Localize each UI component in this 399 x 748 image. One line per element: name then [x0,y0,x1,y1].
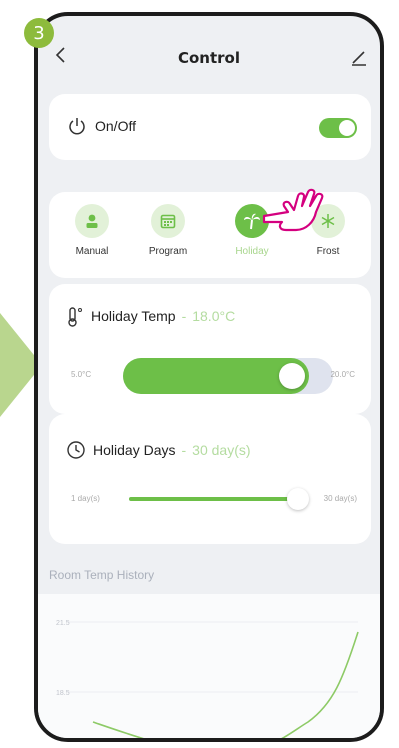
thermometer-icon [68,307,82,327]
slider-fill [129,497,298,501]
mode-label: Holiday [235,246,269,257]
history-chart: 21.5 18.5 [38,594,380,738]
history-chart-svg: 21.5 18.5 [56,620,359,738]
holiday-temp-label: Holiday Temp -18.0°C [91,308,235,324]
power-label: On/Off [95,118,136,134]
holiday-days-label: Holiday Days -30 day(s) [93,442,251,458]
history-y-label: 18.5 [56,690,70,697]
temp-max-label: 20.0°C [330,370,355,379]
history-y-label: 21.5 [56,620,70,627]
power-card: On/Off [49,94,371,160]
holiday-temp-slider[interactable] [123,358,333,394]
power-toggle[interactable] [319,118,357,138]
days-max-label: 30 day(s) [323,494,357,503]
holiday-days-slider[interactable] [129,488,309,510]
days-min-label: 1 day(s) [71,494,100,503]
phone-frame: Control On/Off Manual Program Holiday Fr… [34,12,384,742]
mode-label: Program [148,246,188,257]
holiday-temp-separator: - [181,308,187,324]
person-icon [75,204,109,238]
toggle-knob [339,120,355,136]
holiday-days-separator: - [181,442,187,458]
pointing-hand-icon [262,188,324,232]
holiday-temp-card: Holiday Temp -18.0°C 5.0°C 20.0°C [49,284,371,414]
mode-program[interactable]: Program [131,204,205,257]
mode-label: Frost [316,246,340,257]
holiday-temp-value: 18.0°C [192,308,236,324]
step-badge: 3 [24,18,54,48]
power-icon [69,118,85,135]
edit-icon[interactable] [348,46,370,68]
calendar-icon [151,204,185,238]
clock-icon [67,441,85,459]
temp-min-label: 5.0°C [71,370,92,379]
holiday-days-title: Holiday Days [93,442,176,458]
mode-label: Manual [75,246,109,257]
page-title: Control [177,49,240,67]
mode-manual[interactable]: Manual [55,204,129,257]
history-line [92,631,359,738]
holiday-days-card: Holiday Days -30 day(s) 1 day(s) 30 day(s… [49,414,371,544]
holiday-days-value: 30 day(s) [192,442,251,458]
history-title: Room Temp History [49,568,155,582]
slider-thumb[interactable] [287,488,309,510]
slider-thumb[interactable] [279,363,305,389]
holiday-temp-title: Holiday Temp [91,308,176,324]
header: Control [38,16,380,98]
